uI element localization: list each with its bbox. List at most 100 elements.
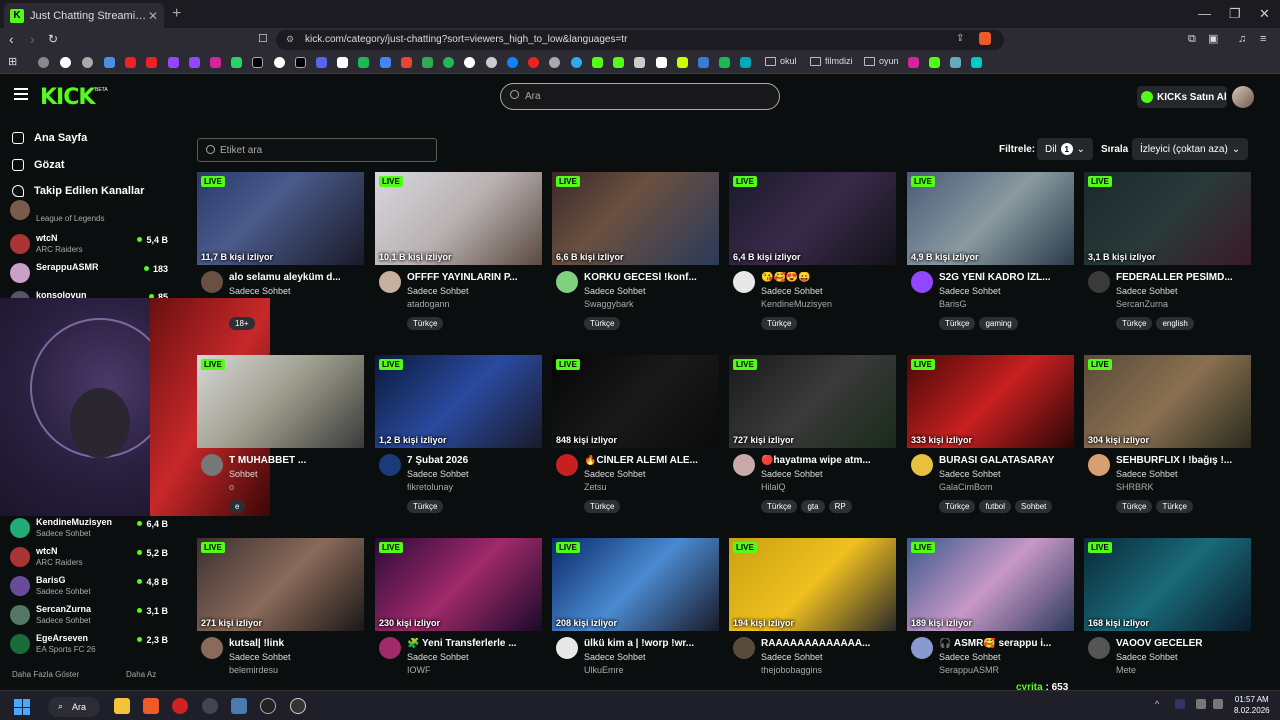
system-clock[interactable]: 01:57 AM 8.02.2026 xyxy=(1234,694,1270,716)
app-icon[interactable] xyxy=(202,698,218,714)
bookmark-icon[interactable] xyxy=(380,57,391,68)
tag-chip[interactable]: gta xyxy=(801,500,825,513)
share-icon[interactable]: ⇪ xyxy=(956,33,964,44)
stream-title[interactable]: 7 Şubat 2026 xyxy=(407,455,539,466)
channel-name[interactable]: fikretolunay xyxy=(407,482,453,492)
stream-card[interactable]: LIVE 230 kişi izliyor 🧩 Yeni Transferlerle… xyxy=(375,538,542,690)
sidebar-channel[interactable]: League of Legends xyxy=(10,200,168,232)
stream-category[interactable]: Sadece Sohbet xyxy=(407,652,469,662)
stream-title[interactable]: FEDERALLER PESİMD... xyxy=(1116,272,1248,283)
bookmark-icon[interactable] xyxy=(528,57,539,68)
channel-name[interactable]: Swaggybark xyxy=(584,299,634,309)
app-icon[interactable] xyxy=(290,698,306,714)
sidebar-item-home[interactable]: Ana Sayfa xyxy=(12,132,87,144)
sidebar-channel[interactable]: SerappuASMR 183 xyxy=(10,260,168,286)
media-player-icon[interactable] xyxy=(172,698,188,714)
avatar[interactable] xyxy=(911,271,933,293)
avatar[interactable] xyxy=(379,454,401,476)
bookmark-icon[interactable] xyxy=(719,57,730,68)
stream-thumbnail[interactable]: LIVE 168 kişi izliyor xyxy=(1084,538,1251,631)
stream-card[interactable]: LIVE 11,7 B kişi izliyor alo selamu aleykü… xyxy=(197,172,364,342)
stream-title[interactable]: 🧩 Yeni Transferlerle ... xyxy=(407,638,539,649)
site-search-input[interactable]: Ara xyxy=(500,83,780,110)
google-icon[interactable] xyxy=(60,57,71,68)
bookmark-icon[interactable] xyxy=(274,57,285,68)
stream-title[interactable]: 😘🥰😍😛 xyxy=(761,272,893,283)
stream-card[interactable]: LIVE 3,1 B kişi izliyor FEDERALLER PESİMD.… xyxy=(1084,172,1251,342)
avatar[interactable] xyxy=(379,271,401,293)
stream-card[interactable]: LIVE 208 kişi izliyor ülkü kim a | !worp !… xyxy=(552,538,719,690)
instagram-icon[interactable] xyxy=(210,57,221,68)
stream-card[interactable]: LIVE 727 kişi izliyor 🔴hayatıma wipe atm..… xyxy=(729,355,896,525)
tag-chip[interactable]: Türkçe xyxy=(939,317,976,330)
bookmark-icon[interactable] xyxy=(104,57,115,68)
bookmark-icon[interactable] xyxy=(507,57,518,68)
bookmark-icon[interactable] xyxy=(656,57,667,68)
stream-thumbnail[interactable]: LIVE 848 kişi izliyor xyxy=(552,355,719,448)
channel-name[interactable]: atadogann xyxy=(407,299,450,309)
photos-icon[interactable] xyxy=(231,698,247,714)
stream-title[interactable]: ülkü kim a | !worp !wr... xyxy=(584,638,716,649)
tag-chip[interactable]: Türkçe xyxy=(1116,317,1153,330)
stream-card[interactable]: LIVE 304 kişi izliyor SEHBURFLIX I !bağış … xyxy=(1084,355,1251,525)
apps-icon[interactable]: ⊞ xyxy=(8,55,17,69)
stream-card[interactable]: LIVE 848 kişi izliyor 🔥CİNLER ALEMİ ALE...… xyxy=(552,355,719,525)
telegram-icon[interactable] xyxy=(571,57,582,68)
avatar[interactable] xyxy=(1088,271,1110,293)
kick-logo[interactable]: KICK xyxy=(40,85,95,110)
stream-category[interactable]: Sadece Sohbet xyxy=(407,286,469,296)
tag-chip[interactable]: RP xyxy=(828,500,852,513)
avatar[interactable] xyxy=(733,271,755,293)
stream-thumbnail[interactable]: LIVE 333 kişi izliyor xyxy=(907,355,1074,448)
avatar[interactable] xyxy=(911,454,933,476)
kick-icon[interactable] xyxy=(929,57,940,68)
reload-icon[interactable]: ↻ xyxy=(48,32,58,46)
hamburger-menu-icon[interactable] xyxy=(14,88,28,103)
channel-name[interactable]: GalaCimBom xyxy=(939,482,993,492)
bookmark-icon[interactable] xyxy=(908,57,919,68)
show-less-button[interactable]: Daha Az xyxy=(126,670,156,679)
stream-title[interactable]: BURASI GALATASARAY xyxy=(939,455,1071,466)
stream-title[interactable]: KORKU GECESİ !konf... xyxy=(584,272,716,283)
x-icon[interactable] xyxy=(252,57,263,68)
bookmark-icon[interactable] xyxy=(698,57,709,68)
stream-title[interactable]: 🔥CİNLER ALEMİ ALE... xyxy=(584,455,716,466)
bookmark-icon[interactable] xyxy=(486,57,497,68)
stream-thumbnail[interactable]: LIVE 10,1 B kişi izliyor xyxy=(375,172,542,265)
stream-thumbnail[interactable]: LIVE 304 kişi izliyor xyxy=(1084,355,1251,448)
stream-category[interactable]: Sadece Sohbet xyxy=(939,652,1001,662)
buy-kicks-button[interactable]: KICKs Satın Al xyxy=(1137,86,1227,108)
minimize-icon[interactable]: — xyxy=(1198,6,1211,21)
stream-thumbnail[interactable]: LIVE 4,9 B kişi izliyor xyxy=(907,172,1074,265)
channel-name[interactable]: HilalQ xyxy=(761,482,786,492)
stream-title[interactable]: RAAAAAAAAAAAAA... xyxy=(761,638,893,649)
spotify-icon[interactable] xyxy=(443,57,454,68)
windows-start-icon[interactable] xyxy=(14,699,30,715)
stream-card[interactable]: LIVE T MUHABBET ... Sohbet o e xyxy=(197,355,364,525)
channel-name[interactable]: o xyxy=(229,482,234,492)
kick-icon[interactable] xyxy=(592,57,603,68)
stream-thumbnail[interactable]: LIVE 271 kişi izliyor xyxy=(197,538,364,631)
avatar[interactable] xyxy=(201,637,223,659)
bookmark-icon[interactable] xyxy=(464,57,475,68)
stream-card[interactable]: LIVE 194 kişi izliyor RAAAAAAAAAAAAA... Sad… xyxy=(729,538,896,690)
channel-name[interactable]: Zetsu xyxy=(584,482,607,492)
avatar[interactable] xyxy=(201,271,223,293)
menu-icon[interactable]: ≡ xyxy=(1260,32,1266,46)
avatar[interactable] xyxy=(556,637,578,659)
stream-category[interactable]: Sadece Sohbet xyxy=(761,469,823,479)
stream-thumbnail[interactable]: LIVE 1,2 B kişi izliyor xyxy=(375,355,542,448)
brave-browser-icon[interactable] xyxy=(143,698,159,714)
tag-chip[interactable]: Türkçe xyxy=(407,500,444,513)
stream-title[interactable]: S2G YENİ KADRO İZL... xyxy=(939,272,1071,283)
user-avatar[interactable] xyxy=(1232,86,1254,108)
back-icon[interactable]: ‹ xyxy=(9,32,14,46)
sidebar-item-browse[interactable]: Gözat xyxy=(12,159,65,171)
extensions-icon[interactable]: ⧉ xyxy=(1188,32,1196,46)
gmail-icon[interactable] xyxy=(401,57,412,68)
stream-title[interactable]: kutsal| !link xyxy=(229,638,361,649)
brave-shields-icon[interactable] xyxy=(979,32,991,45)
stream-title[interactable]: T MUHABBET ... xyxy=(229,455,361,466)
stream-category[interactable]: Sadece Sohbet xyxy=(1116,469,1178,479)
sidebar-channel[interactable]: EgeArseven EA Sports FC 26 2,3 B xyxy=(10,631,168,657)
